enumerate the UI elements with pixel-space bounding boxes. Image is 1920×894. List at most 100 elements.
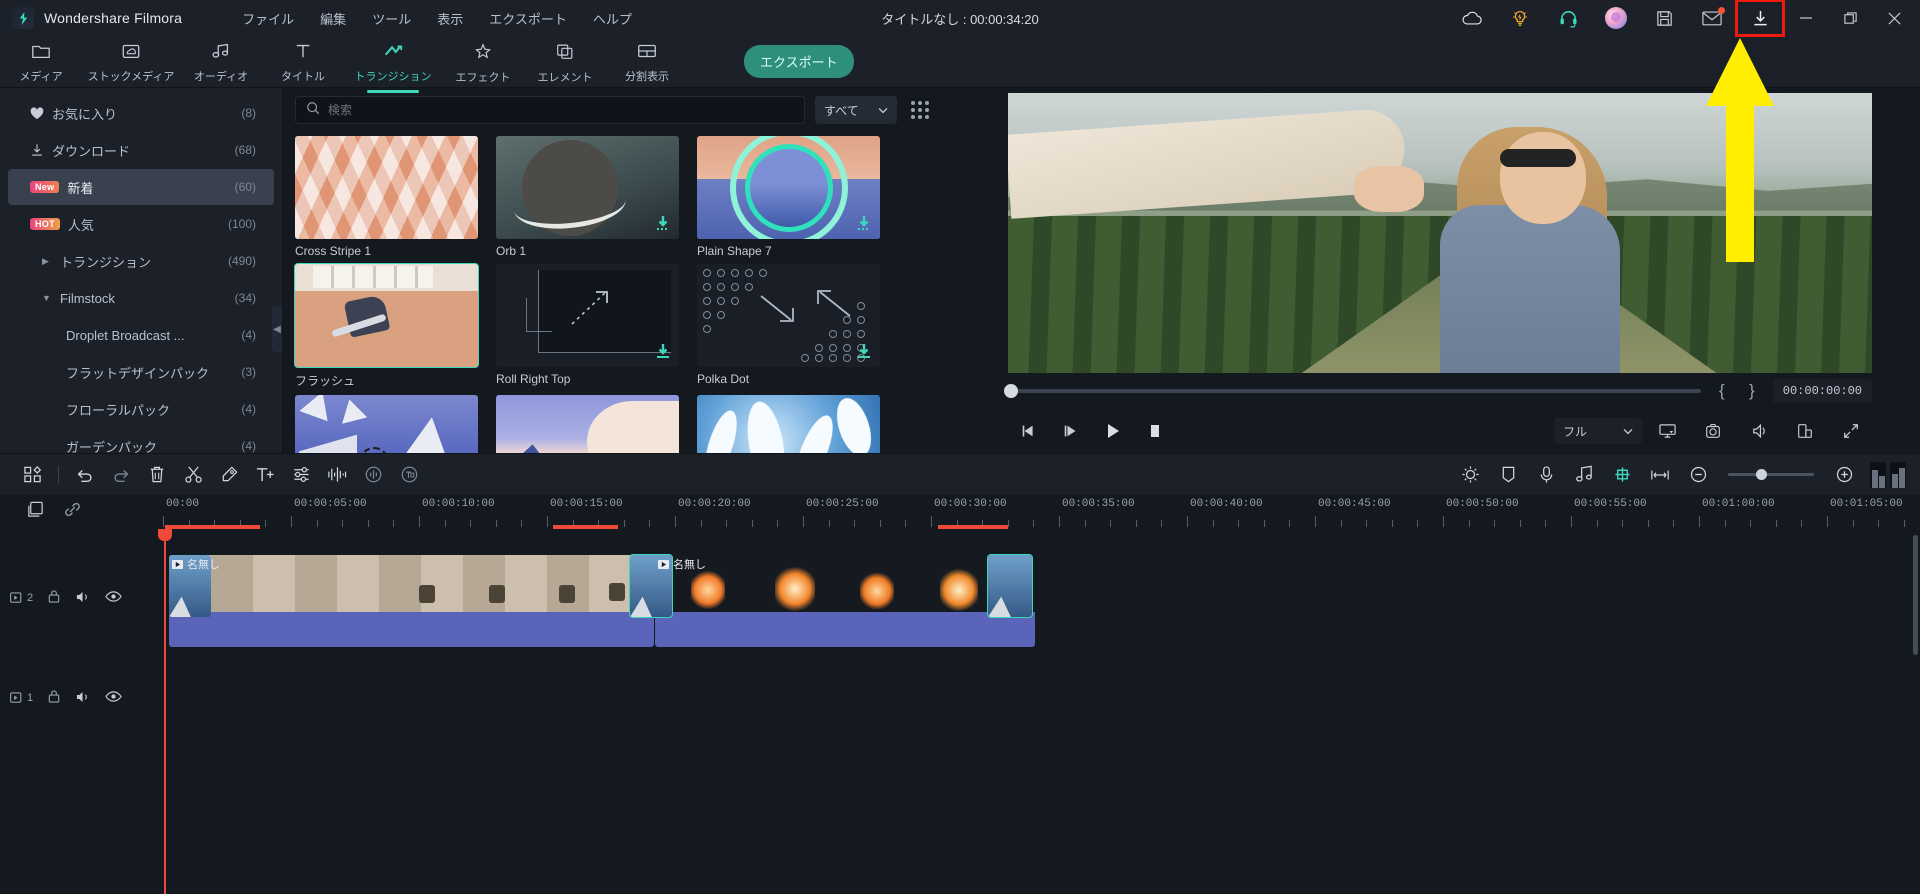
eye-icon[interactable]: [105, 690, 122, 706]
link-toggle-icon[interactable]: [63, 500, 82, 524]
zoom-slider[interactable]: [1728, 469, 1814, 480]
minimize-button[interactable]: [1784, 0, 1828, 36]
transition-card[interactable]: 学校パック トランジション 01: [295, 395, 478, 453]
sidebar-item-downloads[interactable]: ダウンロード (68): [8, 132, 274, 168]
sidebar-item-favorites[interactable]: お気に入り (8): [8, 95, 274, 131]
menu-tools[interactable]: ツール: [372, 9, 411, 28]
mark-out-button[interactable]: }: [1743, 381, 1761, 401]
search-input[interactable]: [328, 103, 794, 117]
sidebar-item-flat-design-pack[interactable]: フラットデザインパック (3): [8, 354, 274, 390]
sidebar-group-filmstock[interactable]: ▼ Filmstock (34): [8, 280, 274, 316]
tab-transitions[interactable]: トランジション: [344, 39, 442, 84]
play-button[interactable]: [1092, 414, 1134, 448]
delete-button[interactable]: [139, 460, 175, 490]
mute-icon[interactable]: [75, 690, 91, 707]
timeline-vertical-scrollbar[interactable]: [1913, 535, 1918, 655]
save-icon[interactable]: [1640, 0, 1688, 36]
color-settings-button[interactable]: [1452, 460, 1488, 490]
timeline-clip[interactable]: [169, 555, 654, 647]
prev-frame-button[interactable]: [1008, 414, 1050, 448]
audio-waveform-button[interactable]: [319, 460, 355, 490]
stop-button[interactable]: [1134, 414, 1176, 448]
snapshot-export-icon[interactable]: [1646, 414, 1688, 448]
timeline-clip[interactable]: [655, 555, 1035, 647]
video-preview[interactable]: [1008, 93, 1872, 373]
tab-effects[interactable]: エフェクト: [442, 39, 524, 85]
zoom-slider-knob[interactable]: [1756, 469, 1767, 480]
aspect-ratio-icon[interactable]: [1784, 414, 1826, 448]
transition-card[interactable]: Cross Stripe 1: [295, 136, 478, 258]
download-icon[interactable]: [1735, 0, 1785, 37]
menu-edit[interactable]: 編集: [320, 9, 346, 28]
add-text-button[interactable]: [247, 460, 283, 490]
preview-timecode[interactable]: 00:00:00:00: [1772, 379, 1872, 403]
audio-mixer-button[interactable]: [1566, 460, 1602, 490]
download-icon[interactable]: [856, 343, 872, 361]
grid-layout-button[interactable]: [14, 460, 50, 490]
maximize-button[interactable]: [1828, 0, 1872, 36]
avatar[interactable]: [1592, 0, 1640, 36]
sidebar-item-droplet-broadcast[interactable]: Droplet Broadcast ... (4): [8, 317, 274, 353]
marker-button[interactable]: [1490, 460, 1526, 490]
voiceover-button[interactable]: [1528, 460, 1564, 490]
lock-icon[interactable]: [47, 589, 61, 607]
mute-icon[interactable]: [75, 590, 91, 607]
cloud-icon[interactable]: [1448, 0, 1496, 36]
transition-card[interactable]: Orb 1: [496, 136, 679, 258]
green-screen-button[interactable]: [1604, 460, 1640, 490]
timeline-playhead[interactable]: [158, 529, 172, 894]
sidebar-item-new[interactable]: New 新着 (60): [8, 169, 274, 205]
menu-help[interactable]: ヘルプ: [593, 9, 632, 28]
tab-elements[interactable]: エレメント: [524, 39, 606, 85]
tab-stock-media[interactable]: ストックメディア: [82, 39, 180, 84]
chevron-down-icon[interactable]: ▼: [42, 293, 60, 303]
sidebar-item-floral-pack[interactable]: フローラルパック (4): [8, 391, 274, 427]
zoom-in-button[interactable]: [1826, 460, 1862, 490]
redo-button[interactable]: [103, 460, 139, 490]
quality-dropdown[interactable]: フル: [1554, 418, 1642, 444]
camera-icon[interactable]: [1692, 414, 1734, 448]
mark-in-button[interactable]: {: [1713, 381, 1731, 401]
mail-icon[interactable]: [1688, 0, 1736, 36]
color-match-button[interactable]: [283, 460, 319, 490]
grid-view-toggle[interactable]: [907, 97, 933, 123]
audio-detach-button[interactable]: [355, 460, 391, 490]
lightbulb-icon[interactable]: [1496, 0, 1544, 36]
tab-audio[interactable]: オーディオ: [180, 39, 262, 84]
auto-reframe-button[interactable]: [391, 460, 427, 490]
search-box[interactable]: [295, 96, 805, 124]
next-frame-button[interactable]: [1050, 414, 1092, 448]
filter-dropdown[interactable]: すべて: [815, 96, 897, 124]
tab-titles[interactable]: タイトル: [262, 39, 344, 84]
headset-icon[interactable]: [1544, 0, 1592, 36]
transition-card[interactable]: フラッシュ: [294, 263, 479, 389]
tab-media[interactable]: メディア: [0, 39, 82, 84]
transition-card[interactable]: Plain Shape 7: [697, 136, 880, 258]
transition-card[interactable]: Education_Blackboard_Pa...: [496, 395, 679, 453]
export-button[interactable]: エクスポート: [744, 45, 854, 78]
zoom-out-button[interactable]: [1680, 460, 1716, 490]
tab-split-view[interactable]: 分割表示: [606, 39, 688, 84]
fit-timeline-button[interactable]: [1642, 460, 1678, 490]
transition-clip-marker[interactable]: [987, 554, 1033, 618]
transition-card[interactable]: Roll Right Top: [496, 264, 679, 389]
playhead-knob[interactable]: [1004, 384, 1018, 398]
menu-view[interactable]: 表示: [437, 9, 463, 28]
playback-progress-track[interactable]: [1004, 384, 1701, 398]
crop-button[interactable]: [211, 460, 247, 490]
volume-icon[interactable]: [1738, 414, 1780, 448]
download-icon[interactable]: [856, 215, 872, 233]
sidebar-item-popular[interactable]: HOT 人気 (100): [8, 206, 274, 242]
undo-button[interactable]: [67, 460, 103, 490]
chevron-right-icon[interactable]: ▶: [42, 256, 60, 267]
download-icon[interactable]: [655, 215, 671, 233]
add-track-icon[interactable]: [26, 500, 45, 524]
split-button[interactable]: [175, 460, 211, 490]
close-button[interactable]: [1872, 0, 1916, 36]
download-icon[interactable]: [655, 343, 671, 361]
sidebar-group-transitions[interactable]: ▶ トランジション (490): [8, 243, 274, 279]
sidebar-collapse-handle[interactable]: ◀: [272, 306, 282, 352]
menu-file[interactable]: ファイル: [242, 9, 294, 28]
menu-export[interactable]: エクスポート: [489, 9, 567, 28]
fullscreen-icon[interactable]: [1830, 414, 1872, 448]
